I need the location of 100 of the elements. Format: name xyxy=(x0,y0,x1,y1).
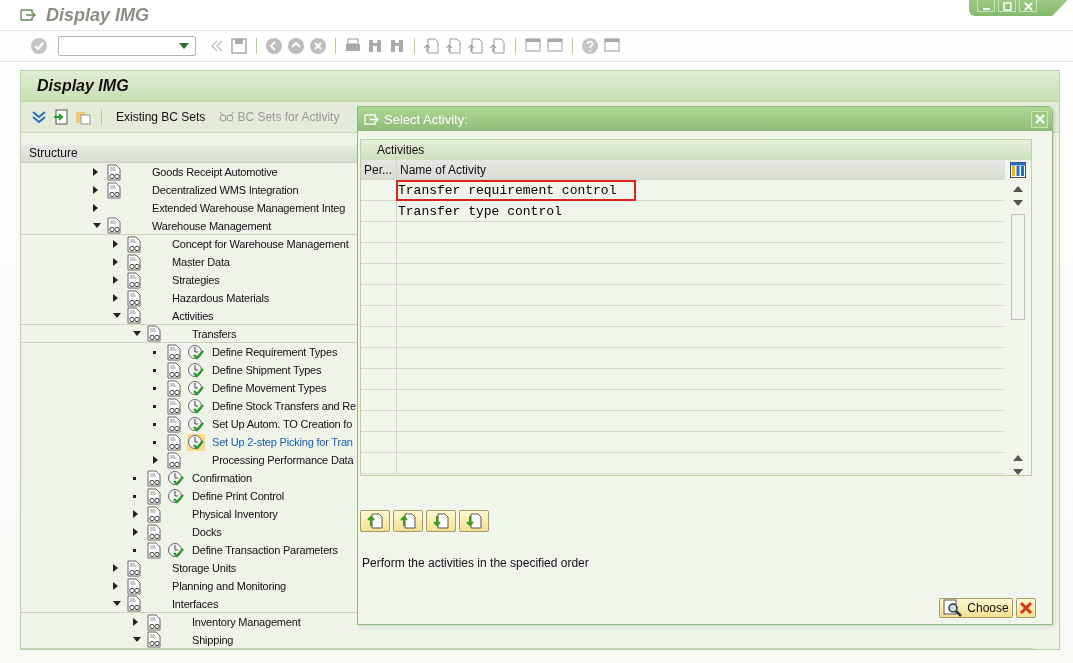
tree-node-label[interactable]: Define Stock Transfers and Re xyxy=(212,400,356,412)
previous-page-icon[interactable] xyxy=(445,37,463,55)
expand-triangle-icon[interactable] xyxy=(93,168,98,176)
move-button[interactable] xyxy=(360,510,390,532)
expand-triangle-icon[interactable] xyxy=(153,456,158,464)
command-field[interactable] xyxy=(58,36,196,56)
glasses-icon xyxy=(219,111,236,123)
next-page-icon[interactable] xyxy=(467,37,485,55)
clock-check-icon[interactable] xyxy=(187,433,205,451)
tree-node-label[interactable]: Storage Units xyxy=(172,562,237,574)
bullet-icon xyxy=(153,386,156,390)
tree-node-label[interactable]: Goods Receipt Automotive xyxy=(152,166,278,178)
tree-node-label[interactable]: Define Movement Types xyxy=(212,382,327,394)
collapse-triangle-icon[interactable] xyxy=(93,223,101,228)
tree-node-label[interactable]: Concept for Warehouse Management xyxy=(172,238,349,250)
tree-node-label[interactable]: Define Transaction Parameters xyxy=(192,544,338,556)
tree-node-label[interactable]: Set Up 2-step Picking for Tran xyxy=(212,436,353,448)
document-glasses-icon xyxy=(167,343,182,361)
tree-node-label[interactable]: Define Print Control xyxy=(192,490,284,502)
expand-triangle-icon[interactable] xyxy=(113,276,118,284)
column-settings-icon[interactable] xyxy=(1010,162,1026,178)
tree-node-label[interactable]: Define Requirement Types xyxy=(212,346,338,358)
tree-node-label[interactable]: Warehouse Management xyxy=(152,219,272,232)
menu-arrow-icon[interactable] xyxy=(20,8,36,22)
expand-triangle-icon[interactable] xyxy=(133,528,138,536)
clock-check-icon[interactable] xyxy=(187,361,205,379)
close-icon[interactable] xyxy=(1023,2,1033,11)
expand-triangle-icon[interactable] xyxy=(133,510,138,518)
clipboard-icon[interactable] xyxy=(75,109,91,125)
clock-check-icon[interactable] xyxy=(187,415,205,433)
enter-check-icon[interactable] xyxy=(30,37,48,55)
clock-check-icon[interactable] xyxy=(187,343,205,361)
bullet-icon xyxy=(133,476,136,480)
bullet-icon xyxy=(153,404,156,408)
tree-node-label[interactable]: Interfaces xyxy=(172,597,219,610)
move-button[interactable] xyxy=(459,510,489,532)
scroll-up-icon[interactable] xyxy=(1013,186,1023,192)
document-glasses-icon xyxy=(127,289,142,307)
clock-check-icon[interactable] xyxy=(167,487,185,505)
clock-check-icon[interactable] xyxy=(167,469,185,487)
expand-triangle-icon[interactable] xyxy=(113,240,118,248)
expand-triangle-icon[interactable] xyxy=(133,618,138,626)
clock-check-icon[interactable] xyxy=(167,541,185,559)
expand-all-icon[interactable] xyxy=(31,109,47,125)
first-page-icon[interactable] xyxy=(423,37,441,55)
dropdown-caret-icon[interactable] xyxy=(179,43,189,49)
tree-node-label[interactable]: Processing Performance Data xyxy=(212,454,354,466)
collapse-triangle-icon[interactable] xyxy=(113,313,121,318)
tree-node-label[interactable]: Define Shipment Types xyxy=(212,364,322,376)
expand-triangle-icon[interactable] xyxy=(113,582,118,590)
collapse-triangle-icon[interactable] xyxy=(133,331,141,336)
close-button[interactable] xyxy=(1019,0,1037,12)
toolbar-button[interactable]: Existing BC Sets xyxy=(112,108,210,126)
bullet-icon xyxy=(153,440,156,444)
scroll-down-icon[interactable] xyxy=(1013,200,1023,206)
cancel-button[interactable] xyxy=(1016,598,1036,618)
document-glasses-icon xyxy=(147,469,162,487)
column-header: Per... xyxy=(361,160,397,179)
tree-node-label[interactable]: Set Up Autom. TO Creation fo xyxy=(212,418,353,430)
tree-node-label[interactable]: Hazardous Materials xyxy=(172,292,270,304)
table-cell[interactable]: Transfer type control xyxy=(396,200,582,222)
scroll-up-icon[interactable] xyxy=(1013,455,1023,461)
screen-title: Display IMG xyxy=(37,77,129,95)
document-glasses-icon xyxy=(147,505,162,523)
bullet-icon xyxy=(153,350,156,354)
table-cell[interactable]: Transfer requirement control xyxy=(396,179,637,201)
last-page-icon[interactable] xyxy=(489,37,507,55)
minimize-button[interactable] xyxy=(977,0,995,12)
document-glasses-icon xyxy=(127,235,142,253)
tree-node-label[interactable]: Decentralized WMS Integration xyxy=(152,184,299,196)
tree-node-label[interactable]: Activities xyxy=(172,309,214,322)
expand-triangle-icon[interactable] xyxy=(93,204,98,212)
document-glasses-icon xyxy=(127,577,142,595)
tree-node-label[interactable]: Docks xyxy=(192,526,222,538)
collapse-triangle-icon[interactable] xyxy=(133,637,141,642)
clock-check-icon[interactable] xyxy=(187,379,205,397)
collapse-triangle-icon[interactable] xyxy=(113,601,121,606)
clock-check-icon[interactable] xyxy=(187,397,205,415)
save-icon[interactable] xyxy=(230,37,248,55)
choose-button[interactable]: Choose xyxy=(939,598,1013,618)
expand-triangle-icon[interactable] xyxy=(113,258,118,266)
tree-node-label[interactable]: Transfers xyxy=(192,327,237,340)
expand-triangle-icon[interactable] xyxy=(93,186,98,194)
scroll-down-icon[interactable] xyxy=(1013,469,1023,475)
tree-node-label[interactable]: Inventory Management xyxy=(192,616,301,628)
tree-node-label[interactable]: Strategies xyxy=(172,274,220,286)
move-button[interactable] xyxy=(426,510,456,532)
move-button[interactable] xyxy=(393,510,423,532)
scrollbar-thumb[interactable] xyxy=(1011,214,1025,320)
tree-node-label[interactable]: Planning and Monitoring xyxy=(172,580,287,592)
expand-triangle-icon[interactable] xyxy=(113,294,118,302)
document-glasses-icon xyxy=(147,325,162,342)
document-glasses-icon xyxy=(147,613,162,631)
expand-triangle-icon[interactable] xyxy=(113,564,118,572)
tree-node-label[interactable]: Extended Warehouse Management Integ xyxy=(152,202,346,214)
tree-node-label[interactable]: Confirmation xyxy=(192,472,252,484)
tree-node-label[interactable]: Shipping xyxy=(192,633,234,646)
tree-node-label[interactable]: Master Data xyxy=(172,256,230,268)
bullet-icon xyxy=(153,368,156,372)
tree-node-label[interactable]: Physical Inventory xyxy=(192,508,278,520)
